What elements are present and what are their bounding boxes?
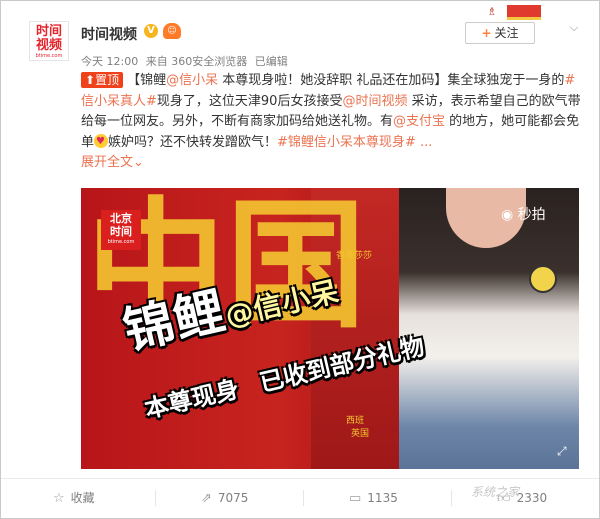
- post-text-segment: 【锦鲤: [127, 73, 167, 88]
- video-person-badge: [529, 265, 557, 293]
- username-link[interactable]: 时间视频: [81, 24, 137, 44]
- comment-icon: ▭: [349, 491, 362, 506]
- decoration-banner-icon: [507, 5, 541, 20]
- video-bg-small-1: 香港莎莎: [336, 251, 373, 261]
- star-icon: ☆: [53, 491, 65, 506]
- expand-full-text-link[interactable]: 展开全文⌄: [81, 155, 144, 170]
- miaopai-label: 秒拍: [517, 207, 546, 223]
- video-bg-small-3: 英国: [351, 429, 370, 439]
- video-thumbnail[interactable]: 中国 香港莎莎 西班 英国 北京 时间 btime.com ◉ 秒拍 锦鲤@信小…: [81, 188, 579, 469]
- expand-label: 展开全文: [81, 155, 134, 170]
- action-separator: [155, 490, 156, 506]
- watermark: 系统之家: [471, 485, 520, 499]
- follow-label: 关注: [494, 26, 519, 40]
- edited-label: 已编辑: [254, 55, 288, 68]
- weibo-post-card: ♗ 时间 视频 btime.com 时间视频 V ☺ 今天 12:00 来自 3…: [0, 0, 600, 519]
- post-text: ⬆置顶 【锦鲤@信小呆 本尊现身啦！她没辞职 礼品还在加码】集全球独宠于一身的#信…: [81, 71, 581, 174]
- divider: [1, 478, 599, 479]
- expand-chevron-icon: ⌄: [133, 155, 144, 170]
- avatar-logo-url: btime.com: [35, 53, 63, 59]
- btime-logo-line2: 时间: [110, 225, 132, 238]
- comment-button[interactable]: ▭ 1135: [349, 488, 398, 508]
- like-count: 2330: [516, 491, 548, 505]
- avatar[interactable]: 时间 视频 btime.com: [29, 21, 69, 61]
- member-icon[interactable]: ☺: [163, 23, 181, 39]
- decoration-figure-icon: ♗: [487, 5, 497, 18]
- post-link[interactable]: @支付宝: [393, 114, 445, 129]
- repost-icon: ⇗: [201, 491, 212, 506]
- favorite-label: 收藏: [70, 491, 95, 505]
- expand-video-icon[interactable]: ⤢: [557, 444, 571, 458]
- post-link[interactable]: @时间视频: [342, 94, 407, 109]
- avatar-logo-line2: 视频: [35, 38, 62, 53]
- btime-logo-line1: 北京: [110, 212, 132, 225]
- plus-icon: +: [481, 26, 492, 40]
- follow-button[interactable]: + 关注: [465, 22, 535, 44]
- video-bg-small-2: 西班: [346, 416, 365, 426]
- post-link[interactable]: @信小呆: [166, 73, 218, 88]
- camera-icon: ◉: [501, 207, 514, 223]
- btime-logo-url: btime.com: [107, 239, 135, 245]
- chevron-down-icon[interactable]: ⌵: [567, 21, 581, 35]
- hashtag-link-tail[interactable]: #锦鲤信小呆本尊现身# ...: [277, 135, 432, 150]
- verified-badge-icon: V: [144, 24, 158, 38]
- action-separator: [303, 490, 304, 506]
- repost-button[interactable]: ⇗ 7075: [201, 488, 248, 508]
- avatar-logo-line1: 时间: [35, 24, 62, 39]
- post-time-link[interactable]: 今天 12:00: [81, 55, 138, 68]
- miaopai-logo: ◉ 秒拍: [501, 204, 546, 224]
- favorite-button[interactable]: ☆ 收藏: [53, 488, 95, 508]
- pinned-label: 置顶: [95, 73, 120, 87]
- post-text-segment: 现身了，这位天津90后女孩接受: [156, 93, 343, 109]
- post-source-link[interactable]: 来自 360安全浏览器: [146, 55, 248, 68]
- pinned-badge: ⬆置顶: [81, 72, 124, 88]
- pin-icon: ⬆: [85, 73, 96, 87]
- comment-count: 1135: [367, 491, 398, 505]
- jealous-emoji-icon: [94, 132, 109, 152]
- post-text-tail: 嫉妒吗？还不快转发蹭欧气！: [108, 134, 278, 150]
- action-separator: [451, 490, 452, 506]
- btime-logo: 北京 时间 btime.com: [101, 210, 141, 250]
- post-text-segment: 本尊现身啦！她没辞职 礼品还在加码】集全球独宠于一身的: [218, 73, 565, 88]
- repost-count: 7075: [217, 491, 249, 505]
- post-meta: 今天 12:00 来自 360安全浏览器 已编辑: [81, 53, 292, 69]
